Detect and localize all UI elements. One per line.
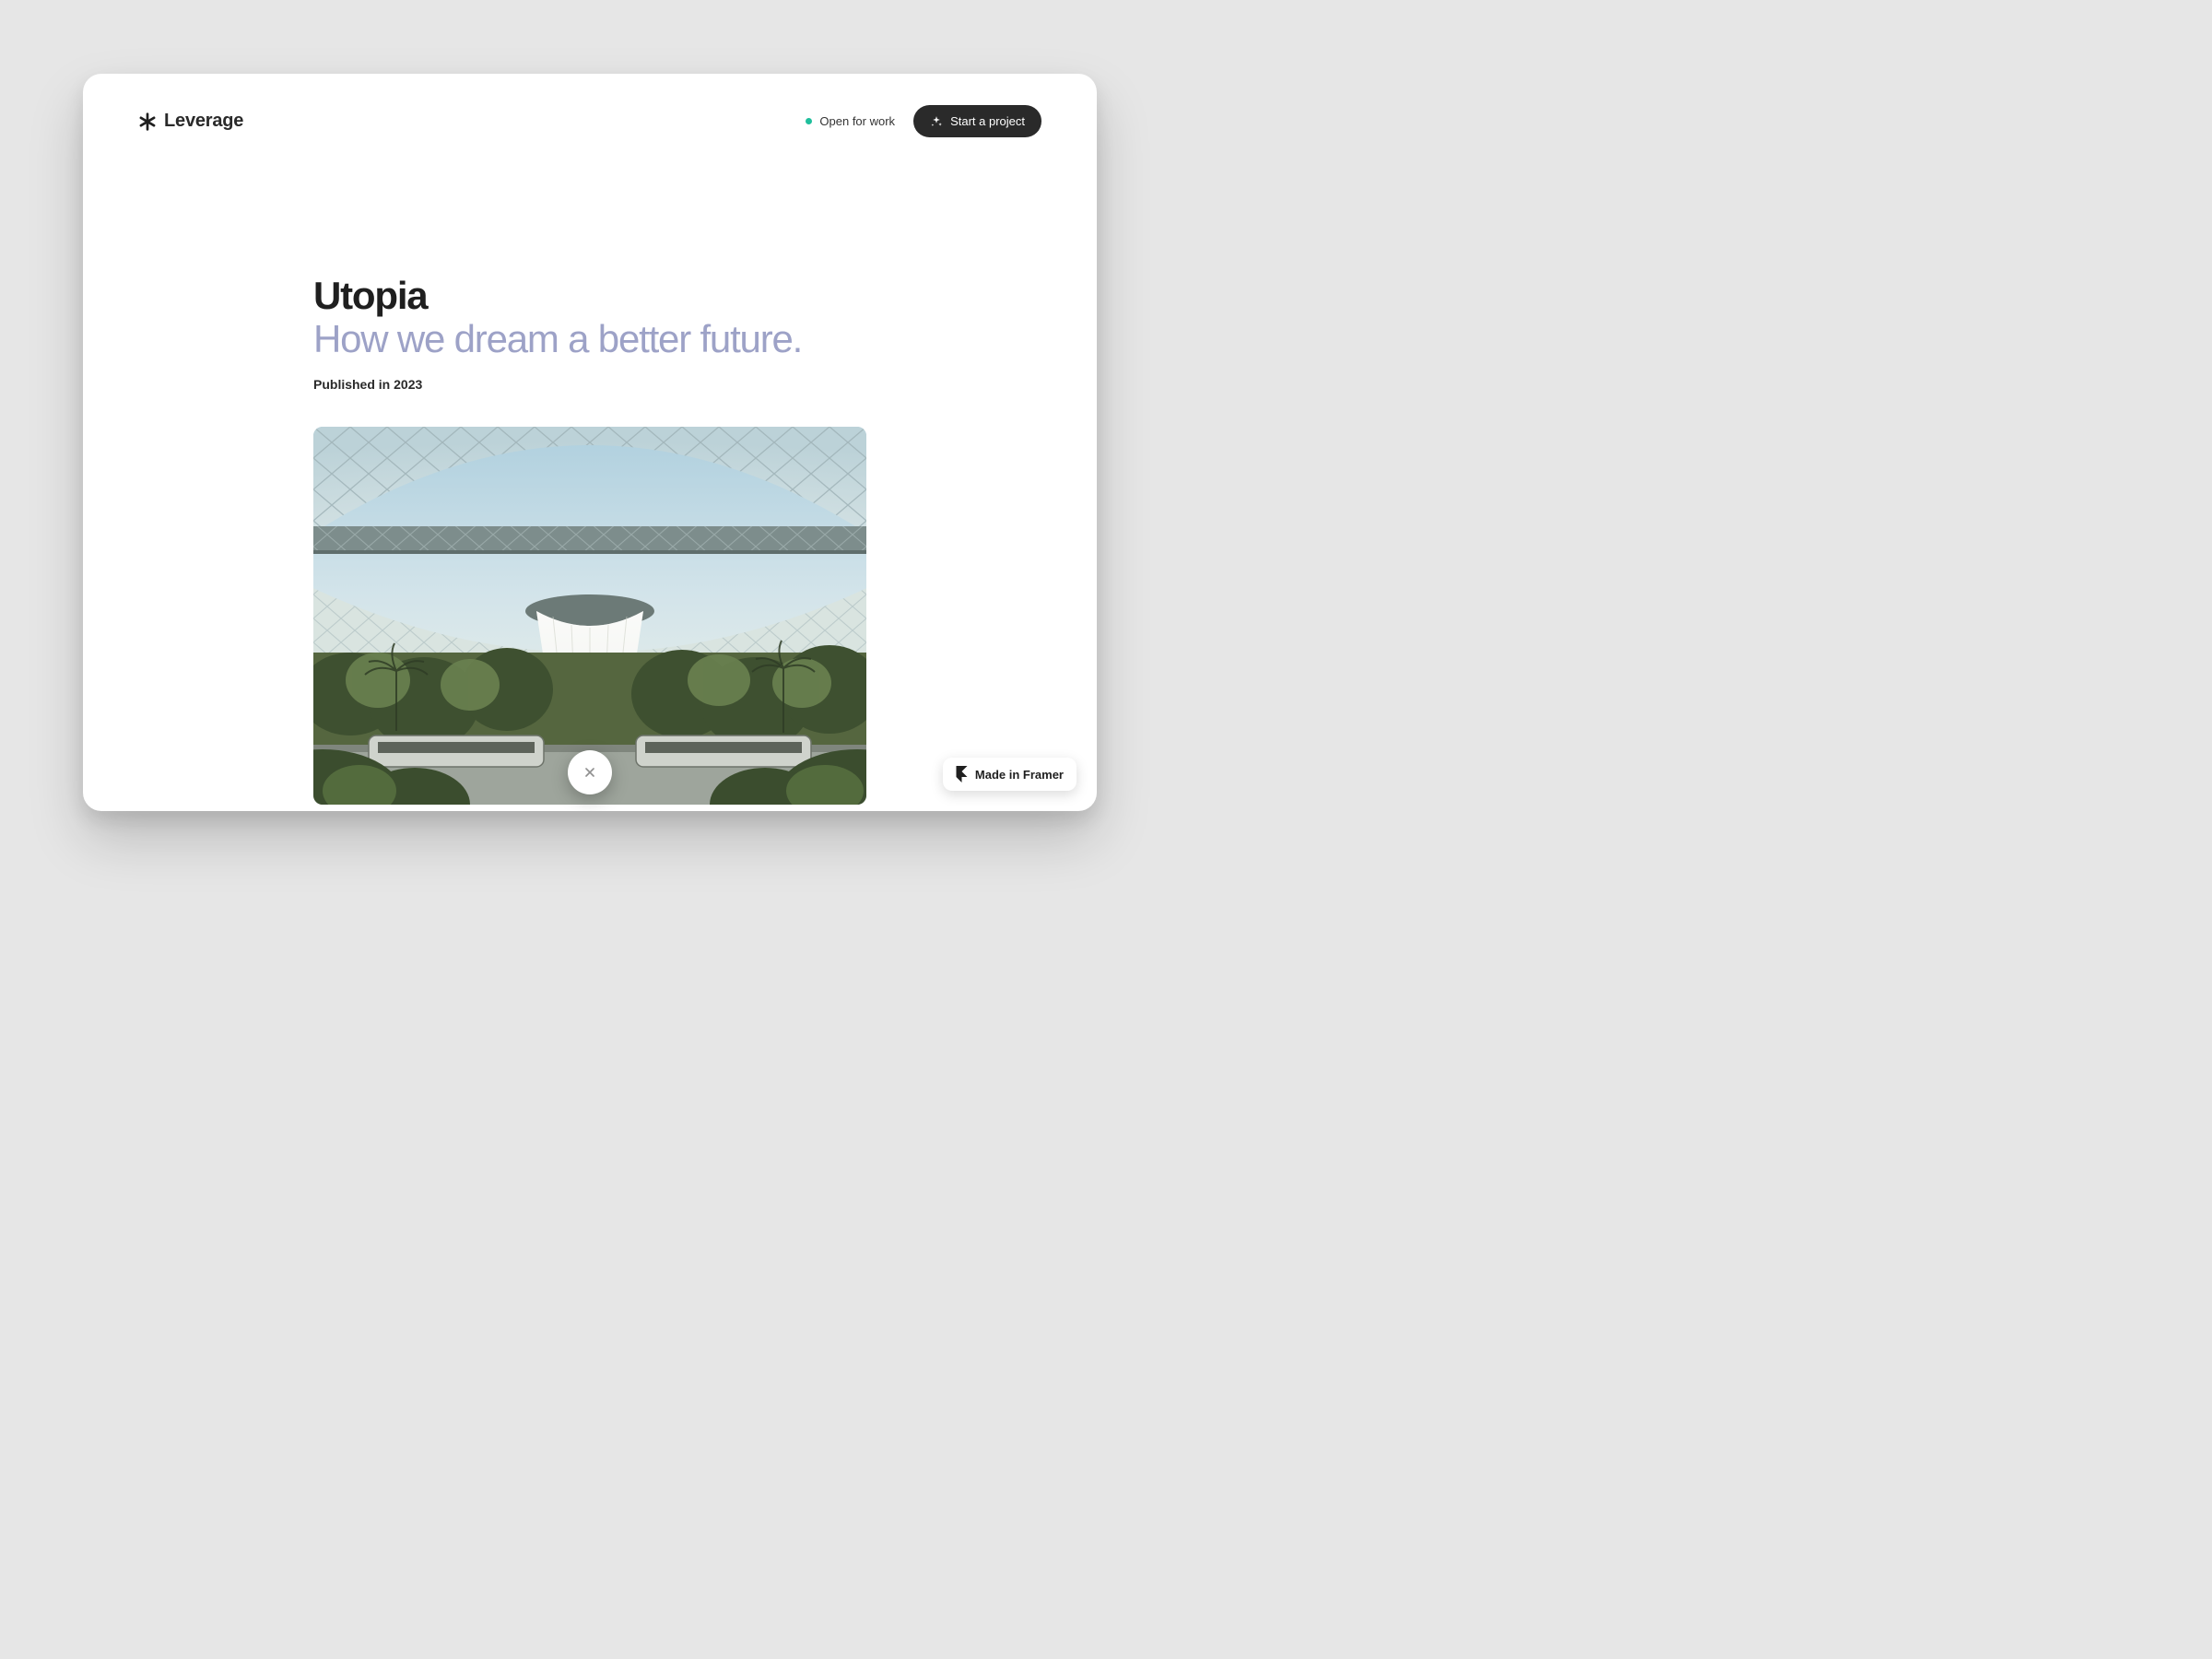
cta-label: Start a project [950,114,1025,128]
hero-image [313,427,866,805]
brand-name: Leverage [164,111,243,132]
framer-badge[interactable]: Made in Framer [943,758,1077,791]
article-header: Utopia How we dream a better future. Pub… [313,276,866,805]
sparkle-icon [930,115,943,128]
main-content: Utopia How we dream a better future. Pub… [83,137,1097,805]
start-project-button[interactable]: Start a project [913,105,1041,137]
header: Leverage Open for work Start a project [83,74,1097,137]
framer-badge-label: Made in Framer [975,768,1064,782]
article-subtitle: How we dream a better future. [313,318,866,360]
close-button[interactable] [568,750,612,794]
asterisk-icon [138,112,157,131]
close-icon [582,765,597,780]
status-dot-icon [806,118,812,124]
brand-logo[interactable]: Leverage [138,111,243,132]
status-label: Open for work [819,114,895,128]
app-window: Leverage Open for work Start a project U… [83,74,1097,811]
article-title: Utopia [313,276,866,316]
header-right: Open for work Start a project [806,105,1041,137]
article-meta: Published in 2023 [313,377,866,392]
framer-icon [956,766,968,782]
availability-status: Open for work [806,114,895,128]
